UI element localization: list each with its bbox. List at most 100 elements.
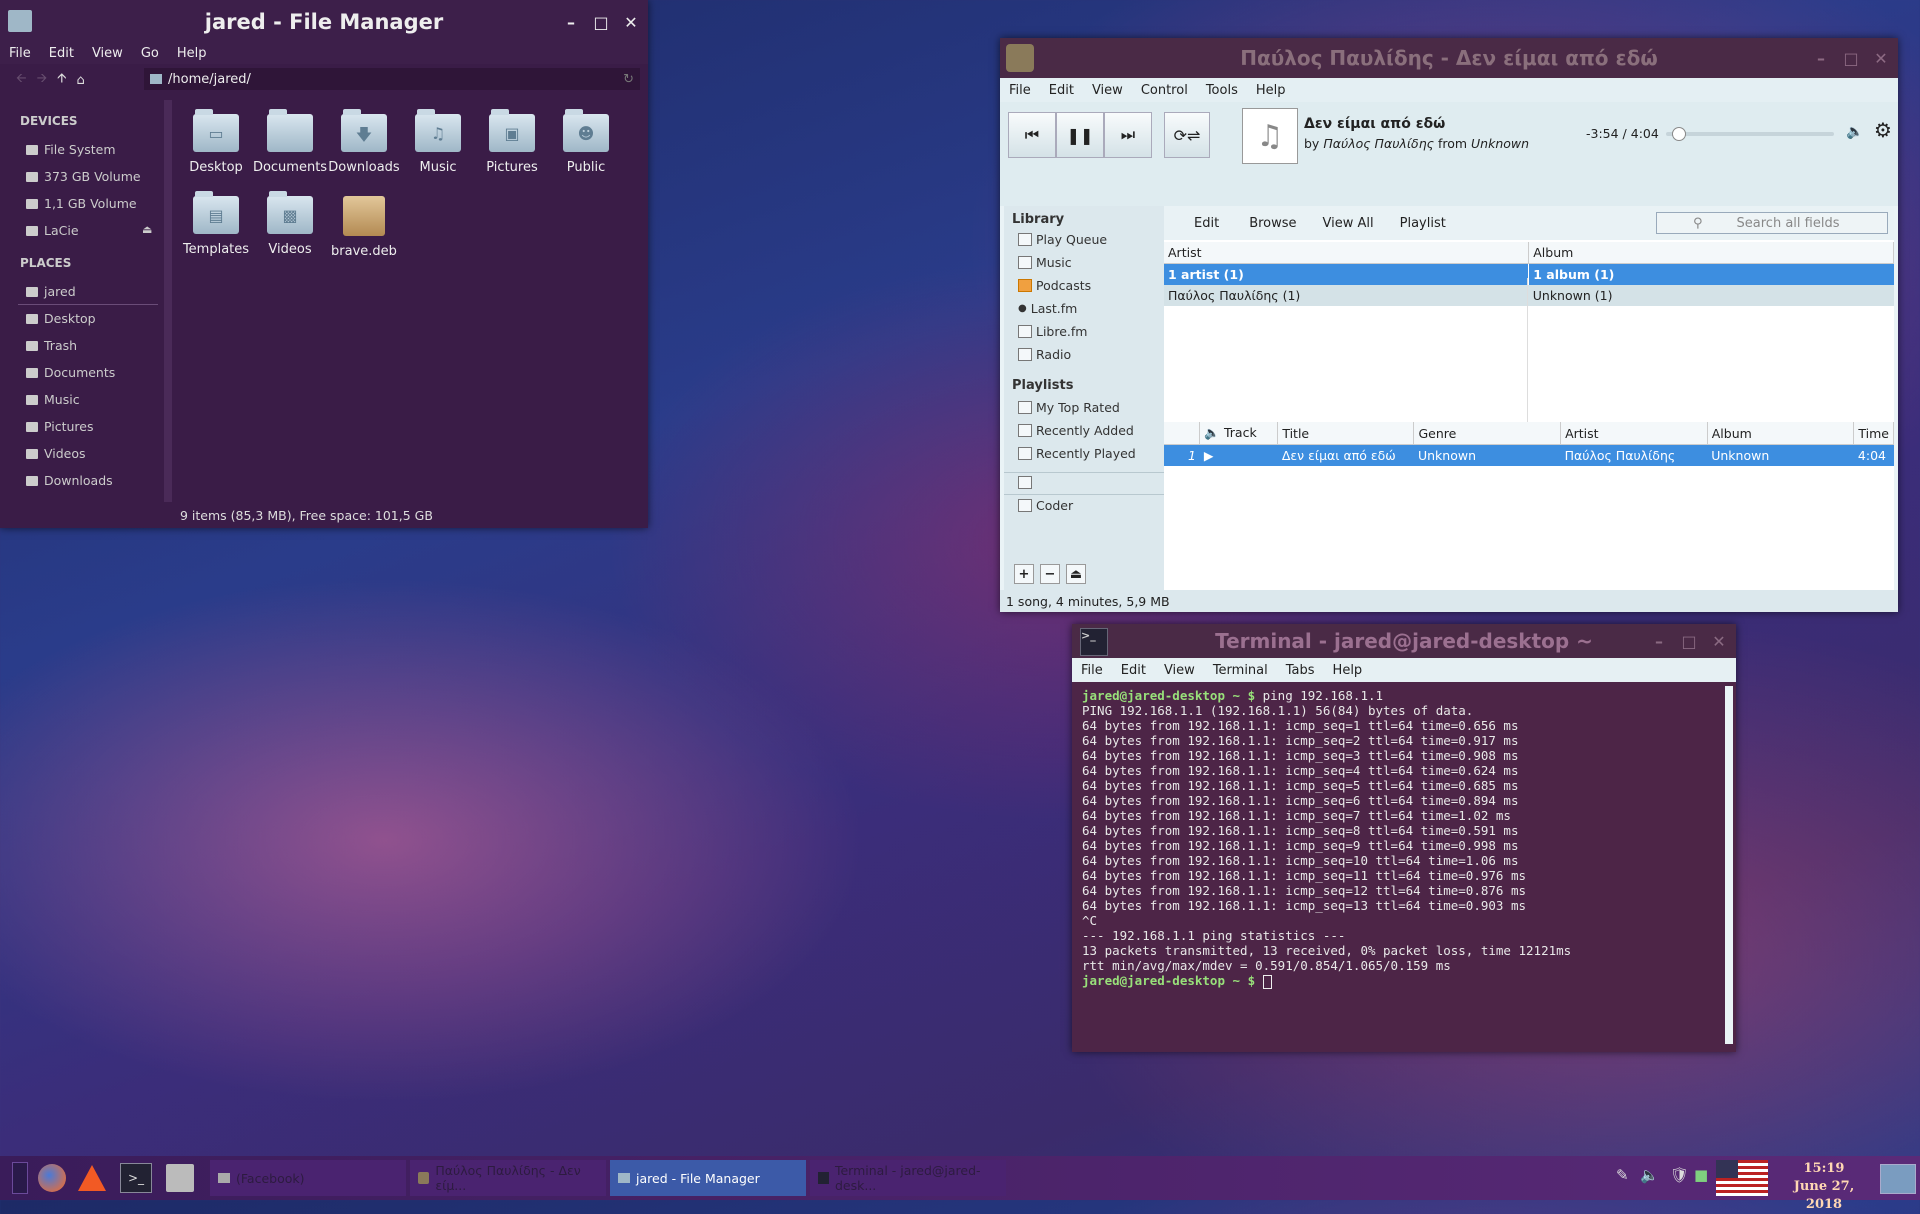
menu-control[interactable]: Control [1132,83,1197,98]
tab-playlist[interactable]: Playlist [1400,216,1446,231]
minimize-icon[interactable]: – [1812,49,1830,68]
menu-file[interactable]: File [1072,663,1112,678]
menu-help[interactable]: Help [1324,663,1372,678]
taskbar-item-facebook[interactable]: (Facebook) [210,1160,406,1196]
search-input[interactable]: ⚲ Search all fields [1656,212,1888,234]
forward-icon[interactable]: 🡪 [37,69,48,91]
file-item-pictures[interactable]: ▣ Pictures [472,109,552,175]
terminal-scrollbar[interactable] [1725,686,1733,1044]
back-icon[interactable]: 🡨 [16,69,27,91]
menu-edit[interactable]: Edit [40,46,83,61]
sidebar-item-trash[interactable]: Trash [26,338,77,353]
brave-icon[interactable] [76,1162,108,1194]
shield-icon[interactable]: 🛡 [1670,1166,1689,1184]
column-time[interactable]: Time [1853,422,1894,445]
sidebar-item-videos[interactable]: Videos [26,446,86,461]
clock[interactable]: 15:19 June 27, 2018 [1776,1160,1872,1214]
maximize-icon[interactable]: □ [1842,49,1860,68]
column-track[interactable]: 🔈 Track [1199,422,1279,445]
menu-go[interactable]: Go [132,46,168,61]
eject-icon[interactable]: ⏏ [142,223,152,236]
column-album[interactable]: Album [1528,242,1894,264]
sidebar-item-1-1-gb-volume[interactable]: 1,1 GB Volume [26,196,137,211]
maximize-icon[interactable]: □ [592,13,610,32]
repeat-shuffle-button[interactable]: ⟳ ⇌ [1164,112,1210,158]
menu-file[interactable]: File [0,46,40,61]
sidebar-item-documents[interactable]: Documents [26,365,115,380]
eject-icon[interactable]: ⏏ [1066,564,1086,584]
sidebar-item-desktop[interactable]: Desktop [26,311,96,326]
keyboard-layout-flag-icon[interactable] [1716,1160,1768,1196]
refresh-icon[interactable]: ↻ [623,72,634,87]
apps-menu-icon[interactable] [4,1162,36,1194]
show-desktop-button[interactable] [1880,1164,1916,1194]
playlist-item-my-top-rated[interactable]: My Top Rated [1018,400,1120,415]
tab-view-all[interactable]: View All [1323,216,1374,231]
file-item-templates[interactable]: ▤ Templates [176,191,256,257]
sidebar-scrollbar[interactable] [164,100,172,520]
minimize-icon[interactable]: – [1650,632,1668,651]
sidebar-item-lacie[interactable]: LaCie [26,223,79,238]
next-button[interactable]: ⏭ [1104,112,1152,158]
menu-tools[interactable]: Tools [1197,83,1247,98]
menu-view[interactable]: View [1083,83,1132,98]
terminal-launcher-icon[interactable]: >_ [120,1162,152,1194]
file-item-desktop[interactable]: ▭ Desktop [176,109,256,175]
seek-handle[interactable] [1672,127,1687,141]
tab-edit[interactable]: Edit [1194,216,1219,231]
table-row[interactable]: 1 artist (1) 1 album (1) [1164,263,1894,285]
column-artist[interactable]: Artist [1164,242,1530,264]
terminal-output[interactable]: jared@jared-desktop ~ $ ping 192.168.1.1… [1078,684,1722,1050]
menu-help[interactable]: Help [168,46,216,61]
sidebar-item-pictures[interactable]: Pictures [26,419,94,434]
sidebar-item-jared[interactable]: jared [26,284,76,299]
taskbar-item-file-manager[interactable]: jared - File Manager [610,1160,806,1196]
add-icon[interactable]: + [1014,564,1034,584]
close-icon[interactable]: ✕ [622,13,640,32]
library-item-play-queue[interactable]: Play Queue [1018,232,1107,247]
column-album[interactable]: Album [1707,422,1855,445]
library-item-music[interactable]: Music [1018,255,1072,270]
file-item-brave-deb[interactable]: brave.deb [324,196,404,259]
sidebar-item-file-system[interactable]: File System [26,142,116,157]
table-row[interactable]: 1 ▶ Δεν είμαι από εδώ Unknown Παύλος Παυ… [1164,444,1894,466]
sidebar-item-373-gb-volume[interactable]: 373 GB Volume [26,169,141,184]
seek-slider[interactable] [1666,127,1834,141]
close-icon[interactable]: ✕ [1710,632,1728,651]
file-item-public[interactable]: ☻ Public [546,109,626,175]
column-title[interactable]: Title [1277,422,1415,445]
menu-edit[interactable]: Edit [1112,663,1155,678]
column-now-playing[interactable] [1164,422,1201,445]
menu-view[interactable]: View [83,46,132,61]
firefox-icon[interactable] [36,1162,68,1194]
volume-icon[interactable]: 🔈 [1640,1166,1659,1184]
library-item-radio[interactable]: Radio [1018,347,1071,362]
playlist-item-recently-played[interactable]: Recently Played [1018,446,1136,461]
taskbar-item-music-player[interactable]: Παύλος Παυλίδης - Δεν είμ... [410,1160,606,1196]
update-icon[interactable]: ■ [1694,1166,1708,1184]
menu-tabs[interactable]: Tabs [1277,663,1324,678]
menu-file[interactable]: File [1000,83,1040,98]
library-item-lastfm[interactable]: ● Last.fm [1018,301,1077,316]
volume-icon[interactable]: 🔈 [1846,124,1863,140]
file-manager-launcher-icon[interactable] [164,1162,196,1194]
gear-icon[interactable]: ⚙ [1870,116,1896,144]
playlist-item-recently-added[interactable]: Recently Added [1018,423,1134,438]
maximize-icon[interactable]: □ [1680,632,1698,651]
tab-browse[interactable]: Browse [1249,216,1296,231]
table-row[interactable]: Παύλος Παυλίδης (1) Unknown (1) [1164,285,1894,306]
home-icon[interactable]: ⌂ [76,73,84,88]
column-artist[interactable]: Artist [1560,422,1708,445]
pause-button[interactable]: ❚❚ [1056,112,1104,158]
terminal-titlebar[interactable]: >_ Terminal - jared@jared-desktop ~ – □ … [1072,624,1736,658]
file-item-downloads[interactable]: 🡇 Downloads [324,109,404,175]
column-genre[interactable]: Genre [1413,422,1562,445]
sidebar-item-music[interactable]: Music [26,392,80,407]
minimize-icon[interactable]: – [562,13,580,32]
music-player-titlebar[interactable]: Παύλος Παυλίδης - Δεν είμαι από εδώ – □ … [1000,38,1898,78]
library-item-podcasts[interactable]: Podcasts [1018,278,1091,293]
file-item-videos[interactable]: ▩ Videos [250,191,330,257]
menu-view[interactable]: View [1155,663,1204,678]
path-bar[interactable]: /home/jared/ ↻ [144,68,640,90]
previous-button[interactable]: ⏮ [1008,112,1056,158]
